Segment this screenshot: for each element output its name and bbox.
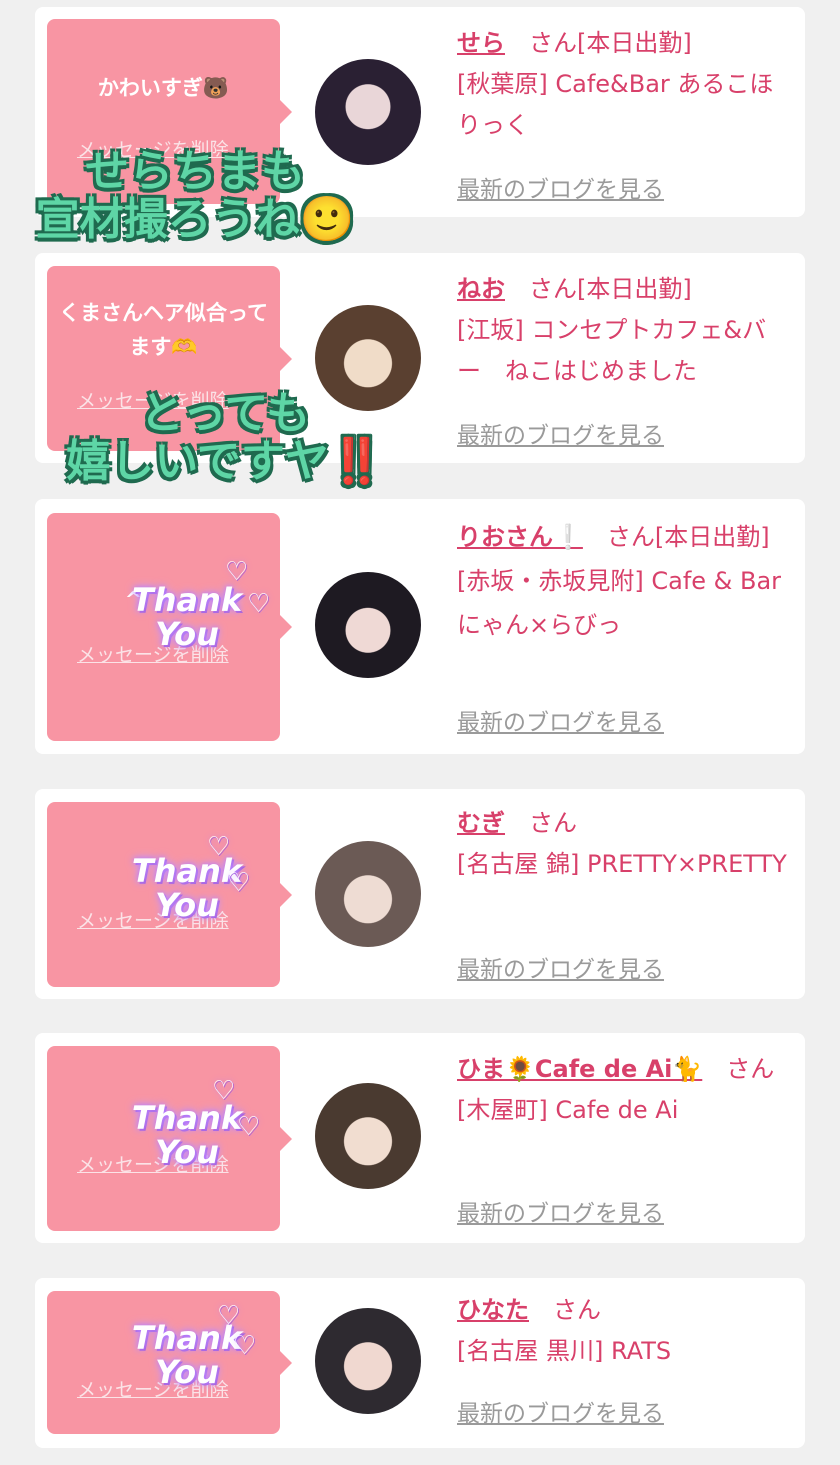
shop-name: [名古屋 黒川] RATS	[457, 1337, 672, 1365]
heart-icon: ♡	[247, 589, 271, 619]
message-bubble: メッセージを削除 Thank You ♡ ♡	[47, 1046, 292, 1231]
honorific: さん	[553, 1296, 601, 1324]
profile-info: ひなた さん [名古屋 黒川] RATS	[457, 1290, 787, 1372]
profile-info: せら さん[本日出勤] [秋葉原] Cafe&Bar あるこほりっく	[457, 23, 787, 146]
shop-name: [名古屋 錦] PRETTY×PRETTY	[457, 850, 787, 878]
latest-blog-link[interactable]: 最新のブログを見る	[457, 1194, 664, 1228]
avatar[interactable]	[315, 1308, 421, 1414]
card-rio: ^ メッセージを削除 Thank You ♡ ♡ りおさん❕ さん[本日出勤] [赤…	[35, 499, 805, 754]
avatar[interactable]	[315, 1083, 421, 1189]
shop-name: [木屋町] Cafe de Ai	[457, 1096, 679, 1124]
message-text: くまさんヘア似合ってます🫶	[59, 301, 268, 359]
heart-icon: ♡	[225, 557, 249, 587]
heart-icon: ♡	[207, 832, 231, 862]
cast-name-link[interactable]: むぎ	[457, 809, 505, 837]
heart-icon: ♡	[227, 868, 251, 898]
profile-info: ひま🌻Cafe de Ai🐈 さん [木屋町] Cafe de Ai	[457, 1049, 787, 1131]
shop-name: [赤坂・赤坂見附] Cafe & Bar にゃん×らびっ	[457, 567, 782, 639]
avatar[interactable]	[315, 572, 421, 678]
card-mugi: メッセージを削除 Thank You ♡ ♡ むぎ さん [名古屋 錦] PRETT…	[35, 789, 805, 999]
profile-info: りおさん❕ さん[本日出勤] [赤坂・赤坂見附] Cafe & Bar にゃん×ら…	[457, 515, 787, 647]
cast-name-link[interactable]: せら	[457, 29, 505, 57]
latest-blog-link[interactable]: 最新のブログを見る	[457, 1394, 664, 1428]
card-hima: メッセージを削除 Thank You ♡ ♡ ひま🌻Cafe de Ai🐈 さん […	[35, 1033, 805, 1243]
heart-icon: ♡	[237, 1112, 261, 1142]
heart-icon: ♡	[233, 1331, 257, 1361]
overlay-sticker-text: せらちまも 宣材撮ろうね🙂	[35, 146, 355, 245]
message-bubble: ^ メッセージを削除 Thank You ♡ ♡	[47, 513, 292, 741]
card-hinata: メッセージを削除 Thank You ♡ ♡ ひなた さん [名古屋 黒川] RAT…	[35, 1278, 805, 1448]
cast-name-link[interactable]: ひなた	[457, 1296, 529, 1324]
status-badge: [本日出勤]	[577, 275, 692, 303]
cast-name-link[interactable]: ねお	[457, 275, 505, 303]
profile-info: むぎ さん [名古屋 錦] PRETTY×PRETTY	[457, 803, 787, 885]
status-badge: [本日出勤]	[577, 29, 692, 57]
cast-name-link[interactable]: ひま🌻Cafe de Ai🐈	[457, 1055, 702, 1083]
message-text: かわいすぎ🐻	[97, 76, 230, 100]
shop-name: [江坂] コンセプトカフェ&バー ねこはじめました	[457, 316, 767, 385]
message-bubble: メッセージを削除 Thank You ♡ ♡	[47, 1291, 292, 1434]
latest-blog-link[interactable]: 最新のブログを見る	[457, 170, 664, 204]
overlay-sticker-text: とっても 嬉しいですヤ‼️	[66, 388, 384, 487]
honorific: さん	[529, 29, 577, 57]
honorific: さん	[529, 275, 577, 303]
honorific: さん	[606, 523, 655, 551]
thank-you-sticker: Thank You	[131, 581, 243, 653]
profile-info: ねお さん[本日出勤] [江坂] コンセプトカフェ&バー ねこはじめました	[457, 269, 787, 392]
cast-name-link[interactable]: りおさん❕	[457, 523, 583, 551]
latest-blog-link[interactable]: 最新のブログを見る	[457, 703, 664, 737]
heart-icon: ♡	[212, 1076, 236, 1106]
heart-icon: ♡	[217, 1301, 241, 1331]
latest-blog-link[interactable]: 最新のブログを見る	[457, 950, 664, 984]
honorific: さん	[529, 809, 577, 837]
shop-name: [秋葉原] Cafe&Bar あるこほりっく	[457, 70, 774, 139]
latest-blog-link[interactable]: 最新のブログを見る	[457, 416, 664, 450]
honorific: さん	[726, 1055, 775, 1083]
message-bubble: メッセージを削除 Thank You ♡ ♡	[47, 802, 292, 987]
status-badge: [本日出勤]	[654, 523, 770, 551]
avatar[interactable]	[315, 841, 421, 947]
